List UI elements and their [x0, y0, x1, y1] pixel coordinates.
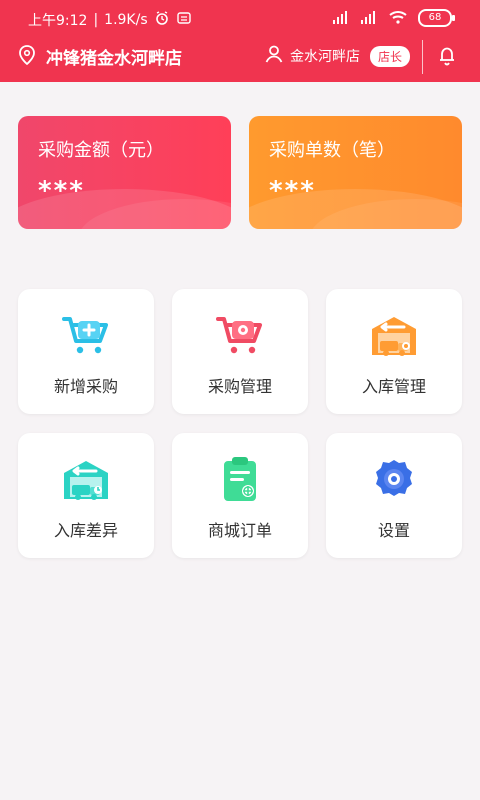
menu-mall-orders-label: 商城订单 [207, 521, 272, 540]
battery-indicator: 68 [418, 9, 455, 27]
battery-level: 68 [428, 12, 442, 23]
user-info[interactable]: 金水河畔店 店长 [264, 44, 411, 68]
signal-icon [332, 10, 350, 27]
role-badge: 店长 [370, 45, 411, 67]
status-time: 上午9:12 [28, 13, 88, 29]
purchase-amount-label: 采购金额（元） [38, 140, 164, 161]
menu-inbound-difference[interactable]: 入库差异 [18, 433, 154, 558]
purchase-amount-card[interactable]: 采购金额（元） *** [18, 116, 231, 229]
menu-new-purchase-label: 新增采购 [53, 377, 118, 396]
status-right: 68 [332, 9, 455, 27]
user-store-name: 金水河畔店 [290, 49, 360, 65]
status-left: 上午9:12 | 1.9K/s [28, 10, 192, 30]
bell-icon [436, 47, 458, 70]
warehouse-difference-icon [58, 451, 114, 507]
store-title: 冲锋猪金水河畔店 [46, 49, 182, 69]
purchase-count-value: *** [269, 176, 316, 206]
purchase-amount-value: *** [38, 176, 85, 206]
signal-hd-icon [360, 10, 378, 27]
clipboard-order-icon [212, 451, 268, 507]
cart-gear-icon [212, 307, 268, 363]
menu-inbound-difference-label: 入库差异 [53, 521, 118, 540]
menu-purchase-management-label: 采购管理 [207, 377, 272, 396]
menu-purchase-management[interactable]: 采购管理 [172, 289, 308, 414]
menu-mall-orders[interactable]: 商城订单 [172, 433, 308, 558]
user-icon [264, 44, 284, 68]
cart-add-icon [58, 307, 114, 363]
menu-new-purchase[interactable]: 新增采购 [18, 289, 154, 414]
menu-inbound-management-label: 入库管理 [361, 377, 426, 396]
menu-inbound-management[interactable]: 入库管理 [326, 289, 462, 414]
purchase-count-label: 采购单数（笔） [269, 140, 395, 161]
menu-settings[interactable]: 设置 [326, 433, 462, 558]
top-header-area: 上午9:12 | 1.9K/s 68 冲锋猪金水河畔店 金水河畔店 店长 [0, 0, 480, 82]
notification-bell[interactable] [436, 44, 458, 70]
menu-settings-label: 设置 [377, 521, 410, 540]
store-location[interactable]: 冲锋猪金水河畔店 [18, 44, 182, 69]
alarm-icon [154, 10, 170, 30]
network-speed: 1.9K/s [104, 12, 148, 28]
app-header: 冲锋猪金水河畔店 金水河畔店 店长 [0, 38, 480, 82]
notification-icon [176, 10, 192, 30]
status-separator: | [93, 12, 99, 28]
purchase-count-card[interactable]: 采购单数（笔） *** [249, 116, 462, 229]
header-divider [422, 40, 423, 74]
settings-gear-icon [366, 451, 422, 507]
warehouse-truck-icon [366, 307, 422, 363]
wifi-icon [388, 10, 408, 27]
location-pin-icon [18, 44, 36, 69]
status-bar: 上午9:12 | 1.9K/s 68 [0, 0, 480, 36]
